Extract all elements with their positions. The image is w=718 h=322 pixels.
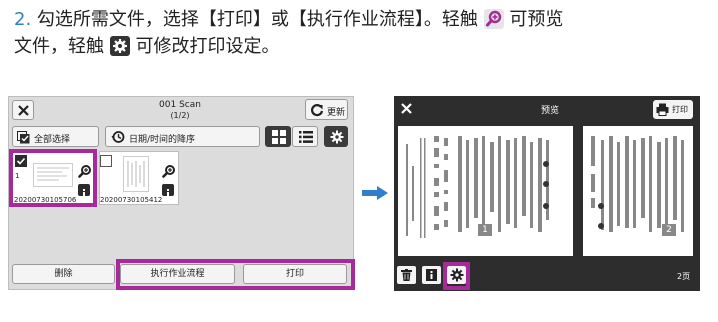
select-all-label: 全部选择 xyxy=(34,135,71,145)
page-indicator: (1/2) xyxy=(170,111,190,120)
instruction-line1-b: 可预览 xyxy=(509,9,564,30)
file-card-highlight xyxy=(9,149,97,207)
instruction-line1-a: 勾选所需文件，选择【打印】或【执行作业流程】。轻触 xyxy=(36,9,478,30)
info-button[interactable] xyxy=(162,184,174,197)
file-name: 20200730105412 xyxy=(100,196,163,204)
preview-page-2[interactable] xyxy=(583,126,693,256)
delete-page-button[interactable] xyxy=(397,266,416,284)
file-checkbox[interactable] xyxy=(100,155,112,167)
sort-button[interactable]: 日期/时间的降序 xyxy=(105,126,260,147)
info-icon xyxy=(167,189,169,197)
list-view-button[interactable] xyxy=(292,126,318,147)
preview-page-1[interactable] xyxy=(398,126,573,256)
preview-print-label: 打印 xyxy=(672,105,688,114)
delete-label: 删除 xyxy=(54,269,73,279)
page-count: 2页 xyxy=(677,272,691,281)
step-number: 2. xyxy=(14,9,32,30)
sort-clock-icon xyxy=(111,131,125,143)
zoom-icon xyxy=(483,9,504,29)
file-thumbnail xyxy=(123,156,149,192)
preview-print-button[interactable]: 打印 xyxy=(653,100,693,119)
refresh-button[interactable]: 更新 xyxy=(305,99,348,120)
close-icon xyxy=(401,103,412,114)
zoom-icon[interactable] xyxy=(162,164,176,178)
close-icon xyxy=(18,105,29,116)
settings-highlight xyxy=(443,262,470,290)
page-number-badge: 1 xyxy=(478,224,492,236)
page-content-image xyxy=(406,136,549,238)
trash-icon xyxy=(401,269,412,281)
sort-label: 日期/时间的降序 xyxy=(129,135,196,145)
folder-title: 001 Scan xyxy=(159,100,201,110)
instruction-text: 2. 勾选所需文件，选择【打印】或【执行作业流程】。轻触 可预览 文件，轻触 可… xyxy=(14,6,714,60)
page-number-badge: 2 xyxy=(662,224,676,236)
select-all-button[interactable]: 全部选择 xyxy=(12,126,99,147)
page-info-button[interactable] xyxy=(422,266,441,284)
preview-title: 预览 xyxy=(540,106,559,116)
select-all-icon xyxy=(17,131,30,144)
right-arrow-icon xyxy=(362,186,388,200)
preview-close-button[interactable] xyxy=(396,99,418,119)
gear-icon xyxy=(330,130,344,144)
grid-view-icon xyxy=(272,130,286,144)
document-thumbnail-icon xyxy=(127,161,145,187)
grid-view-button[interactable] xyxy=(265,126,291,147)
page-content-image xyxy=(591,136,684,232)
gear-icon xyxy=(109,36,130,56)
instruction-line2-b: 可修改打印设定。 xyxy=(135,36,280,57)
list-view-icon xyxy=(299,131,313,143)
printer-icon xyxy=(656,103,669,116)
settings-button[interactable] xyxy=(324,126,348,147)
close-button[interactable] xyxy=(12,100,34,120)
refresh-icon xyxy=(310,104,324,117)
instruction-line2-a: 文件，轻触 xyxy=(14,36,104,57)
action-buttons-highlight xyxy=(116,259,355,290)
refresh-label: 更新 xyxy=(327,108,346,118)
delete-button[interactable]: 删除 xyxy=(12,264,115,284)
info-icon xyxy=(426,269,437,281)
